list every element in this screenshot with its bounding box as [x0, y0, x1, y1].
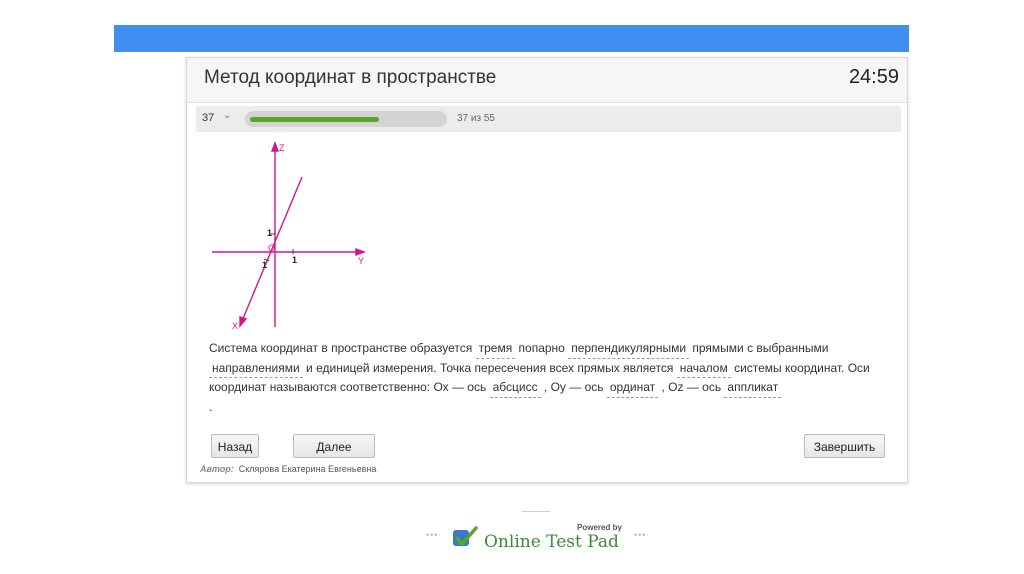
- text-fragment: , Оу — ось: [540, 380, 607, 394]
- answer-blank[interactable]: аппликат: [724, 378, 782, 398]
- progress-row: 37 ⌄ 37 из 55: [196, 106, 901, 132]
- footer-dots-left: •••: [426, 530, 439, 540]
- top-banner: [114, 25, 909, 52]
- page-title: Метод координат в пространстве: [204, 67, 497, 88]
- footer-dots-right: •••: [634, 530, 647, 540]
- question-number-select[interactable]: 37: [202, 112, 214, 124]
- footer-divider: [522, 511, 550, 512]
- answer-blank[interactable]: перпендикулярными: [568, 339, 690, 359]
- axis-y-label: Y: [358, 256, 364, 266]
- x-unit-label: 1: [262, 260, 267, 270]
- powered-by-label: Powered by: [577, 523, 622, 532]
- axis-x-label: X: [232, 321, 238, 331]
- author-name: Склярова Екатерина Евгеньевна: [238, 464, 377, 474]
- timer: 24:59: [848, 66, 899, 88]
- progress-bar: [245, 111, 447, 127]
- z-unit-label: 1: [267, 228, 272, 238]
- back-button[interactable]: Назад: [211, 434, 259, 458]
- next-button[interactable]: Далее: [293, 434, 375, 458]
- brand-name[interactable]: Online Test Pad: [484, 532, 619, 552]
- chevron-down-icon[interactable]: ⌄: [223, 110, 231, 121]
- answer-blank[interactable]: ординат: [606, 378, 659, 398]
- question-text: Система координат в пространстве образуе…: [209, 339, 889, 416]
- progress-fill: [250, 117, 379, 122]
- author-label: Автор:: [200, 464, 234, 474]
- text-fragment: , Oz — ось: [658, 380, 725, 394]
- progress-counter: 37 из 55: [457, 113, 495, 124]
- answer-blank[interactable]: направлениями: [209, 359, 303, 378]
- finish-button[interactable]: Завершить: [804, 434, 885, 458]
- text-fragment: .: [209, 399, 213, 414]
- coordinate-axes-figure: Z Y X O 1 1 1: [212, 141, 366, 331]
- answer-blank[interactable]: тремя: [475, 339, 516, 359]
- card-header: Метод координат в пространстве 24:59: [187, 58, 907, 103]
- y-unit-label: 1: [292, 255, 297, 265]
- text-fragment: прямыми с выбранными: [689, 341, 829, 355]
- text-fragment: Система координат в пространстве образуе…: [209, 341, 476, 355]
- text-fragment: попарно: [515, 341, 569, 355]
- x-axis-arrow: [239, 316, 248, 328]
- test-card: Метод координат в пространстве 24:59 37 …: [186, 57, 908, 483]
- text-fragment: и единицей измерения. Точка пересечения …: [302, 360, 677, 375]
- origin-label: O: [268, 243, 275, 253]
- z-axis-arrow: [270, 141, 280, 152]
- online-test-pad-logo-icon: [453, 526, 478, 547]
- y-axis-arrow: [355, 247, 366, 257]
- answer-blank[interactable]: началом: [676, 359, 731, 378]
- answer-blank[interactable]: абсцисс: [489, 378, 541, 398]
- author-line: Автор: Склярова Екатерина Евгеньевна: [200, 464, 376, 474]
- axis-z-label: Z: [279, 143, 285, 153]
